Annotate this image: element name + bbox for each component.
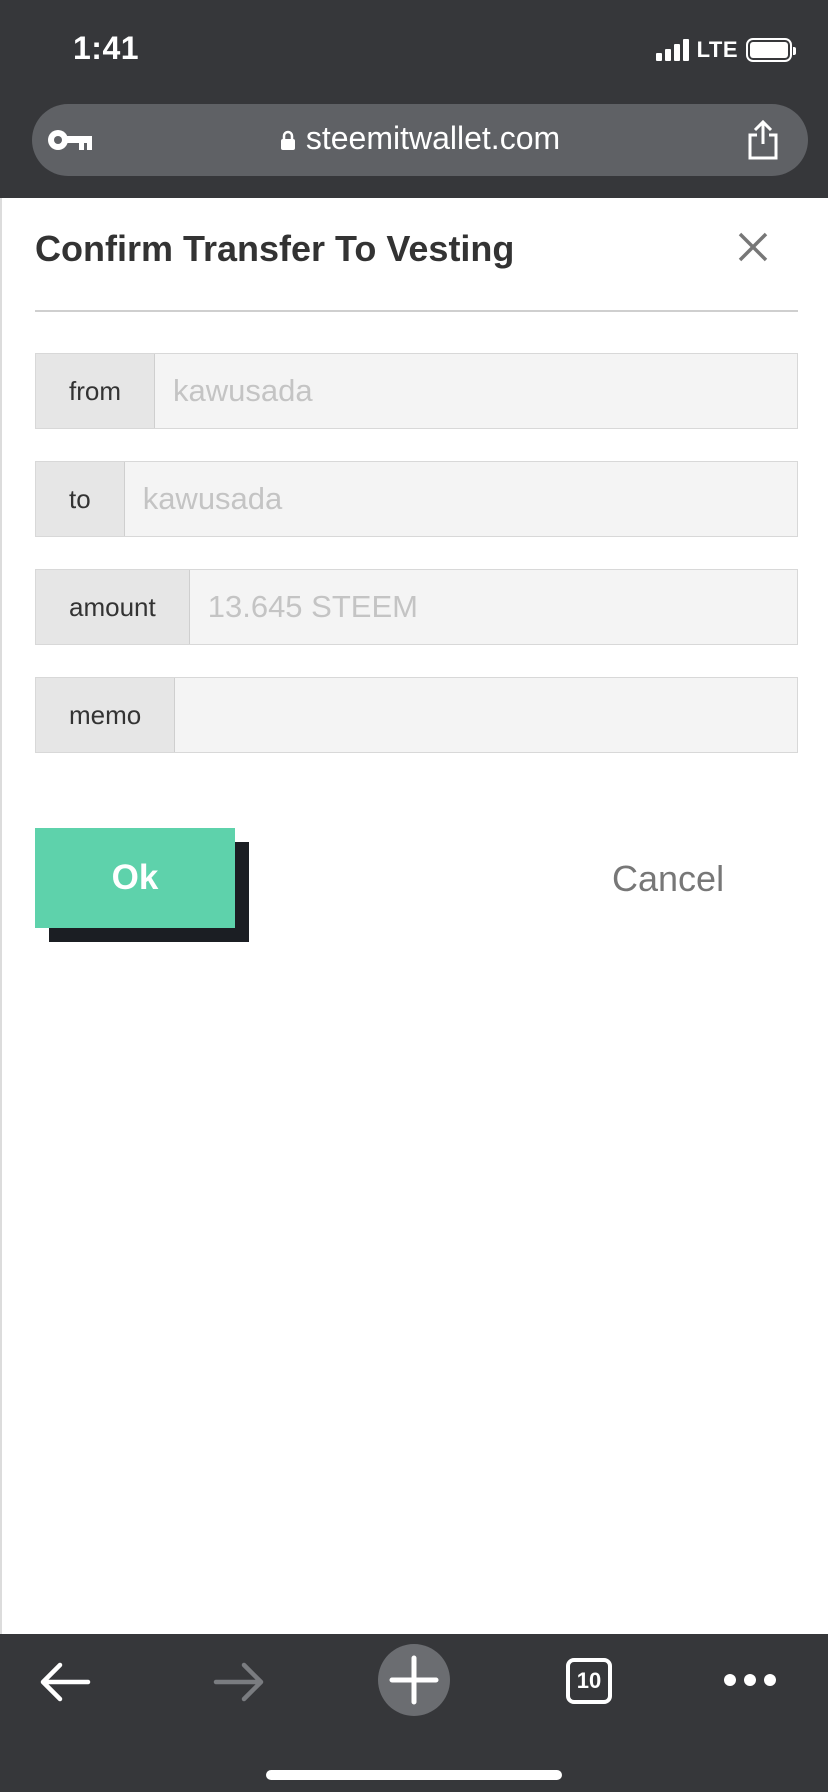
home-indicator[interactable] bbox=[266, 1770, 562, 1780]
browser-toolbar: 10 bbox=[0, 1634, 828, 1792]
url-display[interactable]: steemitwallet.com bbox=[32, 120, 808, 157]
to-input[interactable]: kawusada bbox=[124, 462, 797, 536]
amount-label: amount bbox=[36, 570, 190, 644]
memo-input[interactable] bbox=[175, 678, 797, 752]
network-type: LTE bbox=[696, 37, 738, 62]
status-indicators: LTE bbox=[655, 37, 796, 63]
share-icon[interactable] bbox=[746, 120, 780, 160]
ok-button[interactable]: Ok bbox=[35, 828, 235, 928]
forward-arrow-icon[interactable] bbox=[212, 1660, 266, 1704]
url-text: steemitwallet.com bbox=[305, 120, 561, 156]
divider bbox=[35, 310, 798, 312]
memo-field: memo bbox=[35, 677, 798, 753]
more-menu-icon[interactable] bbox=[722, 1672, 778, 1688]
new-tab-button[interactable] bbox=[378, 1644, 450, 1716]
memo-label: memo bbox=[36, 678, 176, 752]
modal-title: Confirm Transfer To Vesting bbox=[35, 228, 515, 269]
back-arrow-icon[interactable] bbox=[38, 1660, 92, 1704]
amount-field: amount 13.645 STEEM bbox=[35, 569, 798, 645]
url-bar[interactable]: steemitwallet.com bbox=[32, 104, 808, 176]
cancel-button[interactable]: Cancel bbox=[612, 858, 724, 900]
transfer-modal: Confirm Transfer To Vesting from kawusad… bbox=[0, 198, 828, 1634]
amount-input[interactable]: 13.645 STEEM bbox=[189, 570, 797, 644]
tabs-count-button[interactable]: 10 bbox=[566, 1658, 612, 1704]
from-field: from kawusada bbox=[35, 353, 798, 429]
from-label: from bbox=[36, 354, 155, 428]
battery-icon bbox=[746, 38, 796, 62]
from-input[interactable]: kawusada bbox=[155, 354, 797, 428]
lock-icon bbox=[280, 130, 295, 150]
close-icon[interactable] bbox=[736, 230, 770, 264]
ok-button-wrap: Ok bbox=[35, 828, 249, 942]
status-bar: 1:41 LTE bbox=[0, 0, 828, 98]
plus-icon bbox=[389, 1655, 439, 1705]
to-field: to kawusada bbox=[35, 461, 798, 537]
cellular-signal-icon bbox=[655, 39, 689, 61]
to-label: to bbox=[36, 462, 125, 536]
status-time: 1:41 bbox=[73, 30, 140, 66]
